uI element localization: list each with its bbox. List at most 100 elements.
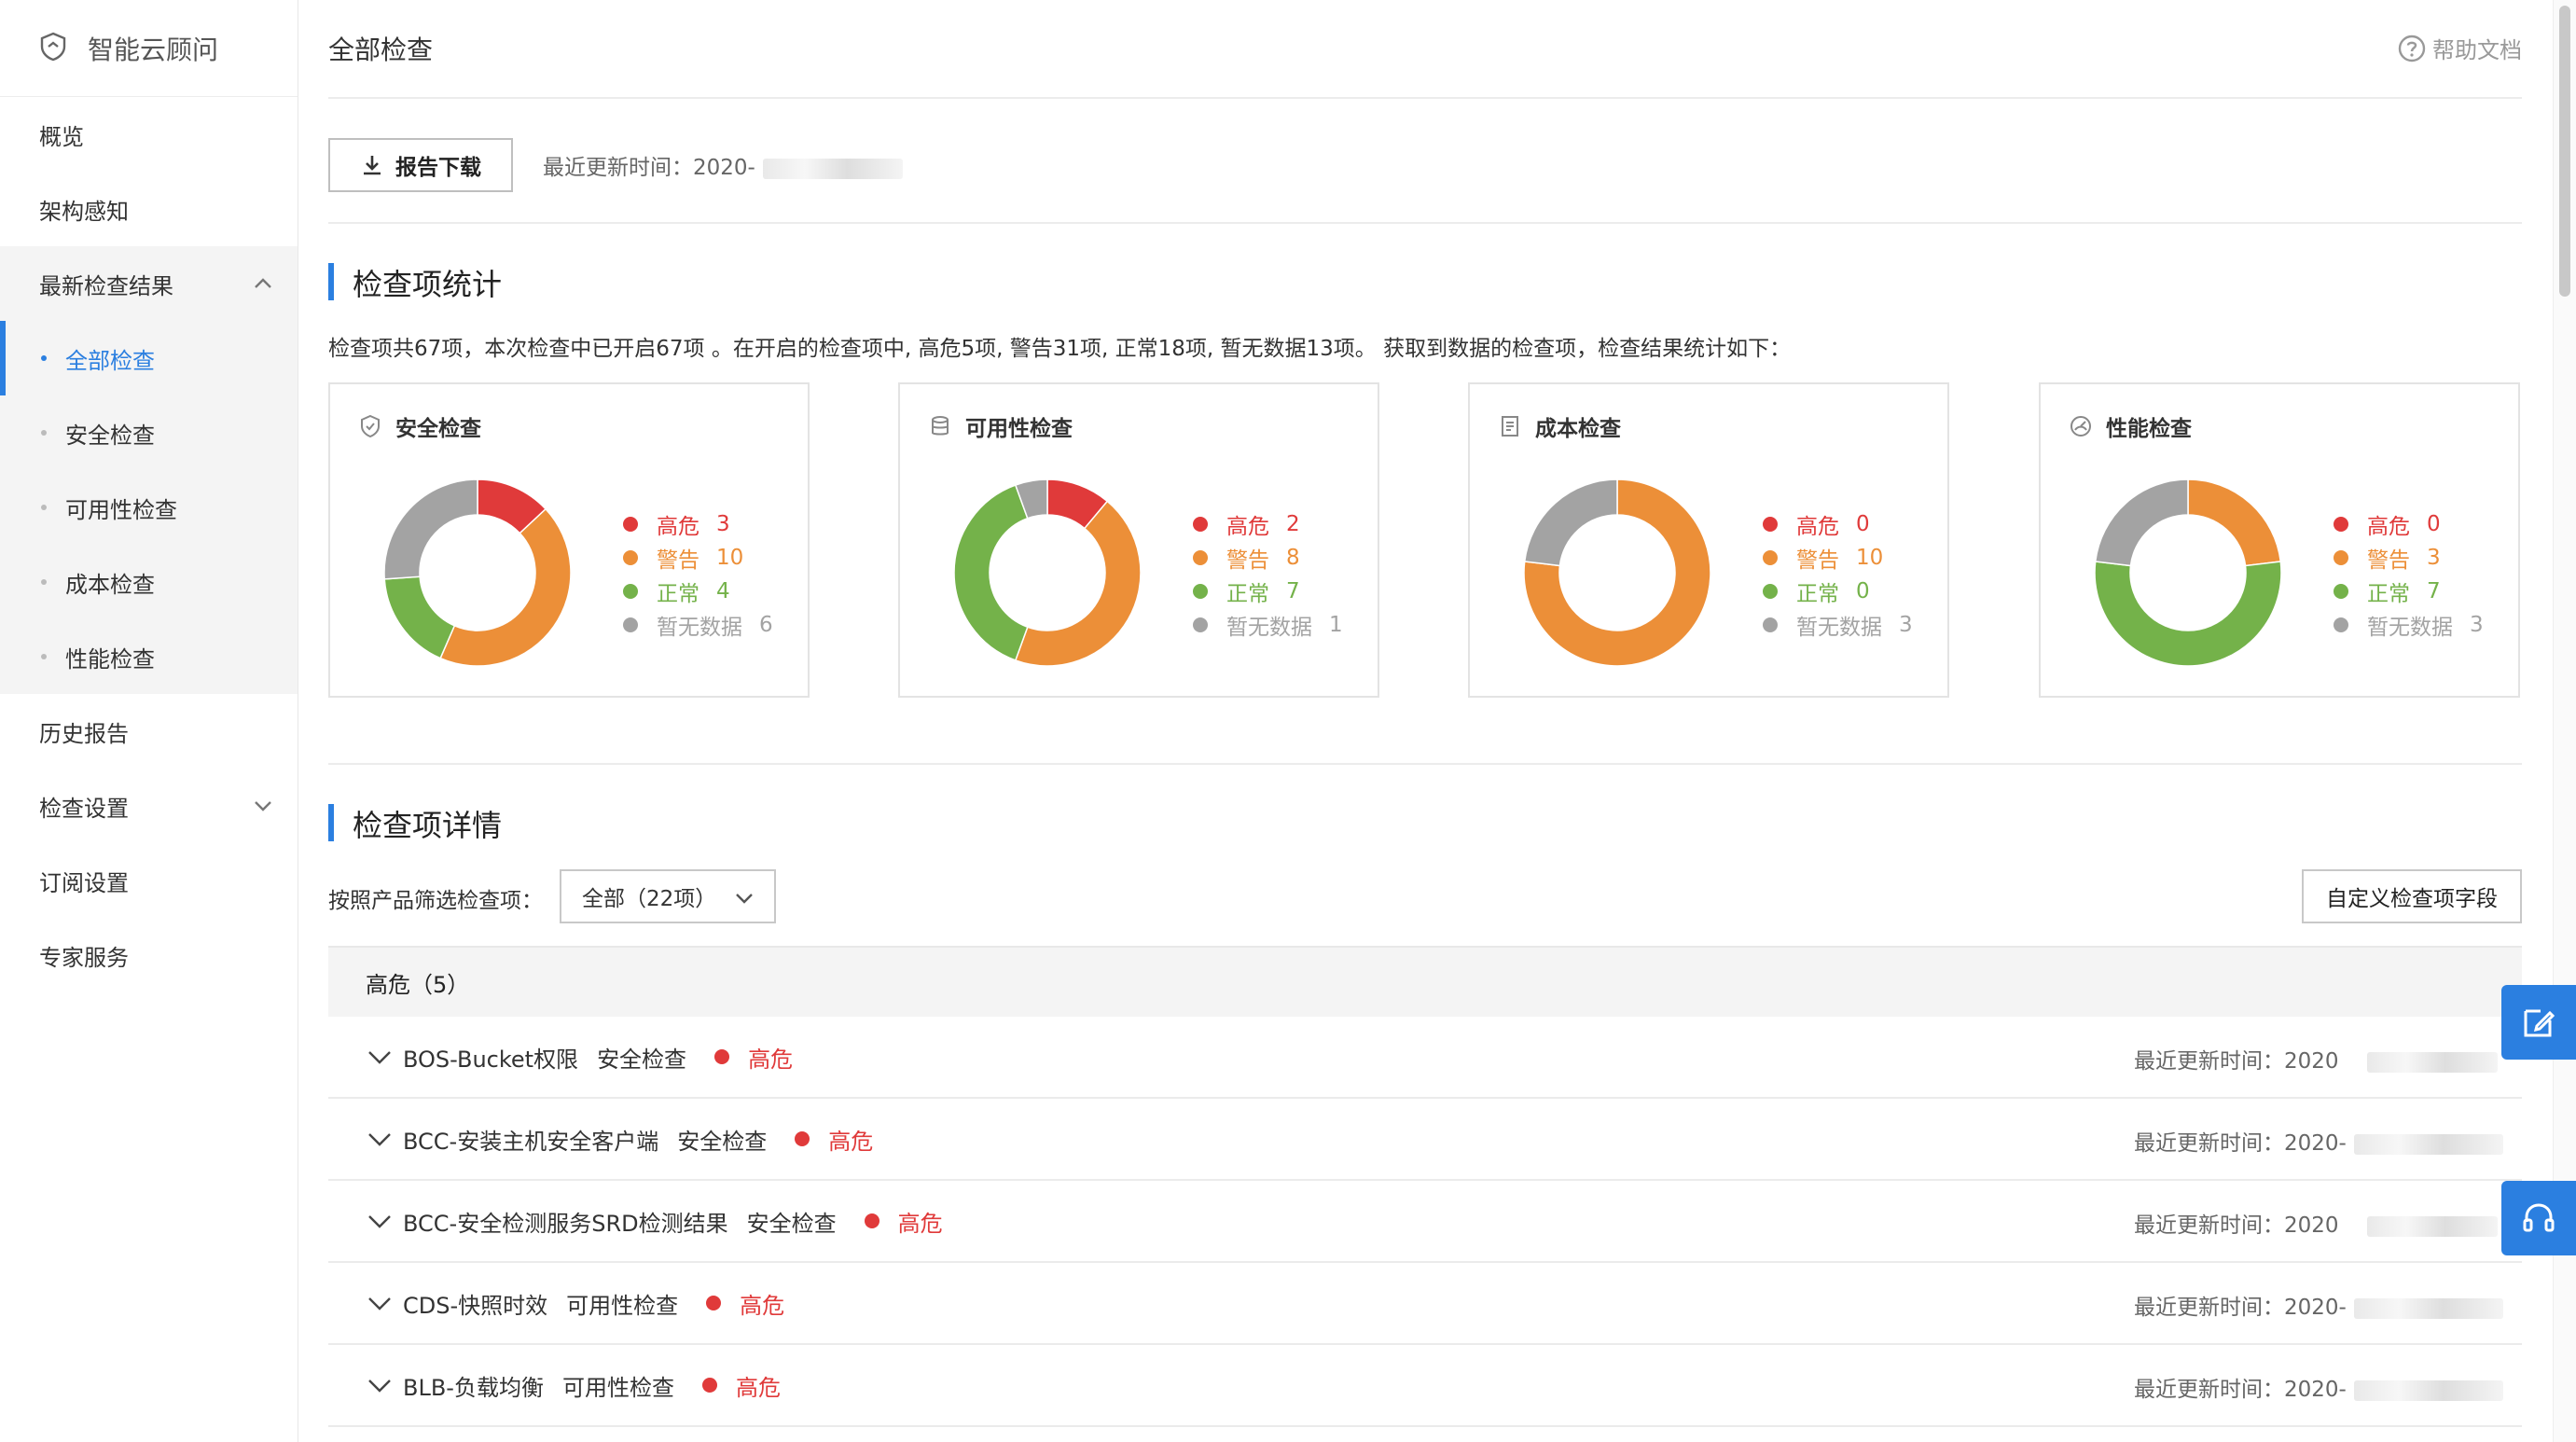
customer-service-button[interactable]: [2501, 1181, 2576, 1255]
legend-dot-warn: [2334, 550, 2348, 565]
download-label: 报告下载: [395, 156, 481, 180]
legend-warn: 警告 10: [623, 541, 773, 575]
legend-warn: 警告 10: [1763, 541, 1913, 575]
row-updated: 最近更新时间：2020-: [2134, 1289, 2503, 1321]
last-updated: 最近更新时间：2020-: [543, 149, 903, 181]
table-row[interactable]: CDS-快照时效 可用性检查 高危 最近更新时间：2020-: [328, 1263, 2522, 1345]
expand-chevron-icon[interactable]: [366, 1371, 394, 1399]
expand-chevron-icon[interactable]: [366, 1289, 394, 1317]
card-title: 可用性检查: [928, 410, 1073, 442]
sidebar-item-label: 架构感知: [39, 198, 129, 225]
legend-nodata: 暂无数据 1: [1193, 608, 1343, 642]
sidebar-subitem-security[interactable]: 安全检查: [0, 395, 298, 470]
legend-label: 高危: [657, 515, 699, 539]
legend-value: 7: [2427, 579, 2441, 603]
legend-dot-nodata: [1193, 617, 1208, 632]
legend-nodata: 暂无数据 3: [2334, 608, 2484, 642]
custom-fields-button[interactable]: 自定义检查项字段: [2302, 869, 2522, 923]
sidebar-item-label: 概览: [39, 123, 84, 150]
legend-label: 警告: [657, 548, 699, 573]
chevron-up-icon: [255, 278, 271, 288]
stats-summary: 检查项共67项，本次检查中已开启67项 。在开启的检查项中, 高危5项, 警告3…: [328, 337, 1792, 361]
card-title-label: 安全检查: [395, 417, 481, 441]
donut-chart: [1524, 479, 1710, 666]
table-row[interactable]: BLB-负载均衡 可用性检查 高危 最近更新时间：2020-: [328, 1345, 2522, 1427]
legend-dot-warn: [623, 550, 638, 565]
expand-chevron-icon[interactable]: [366, 1125, 394, 1153]
expand-chevron-icon[interactable]: [366, 1043, 394, 1071]
sidebar-item-check-settings[interactable]: 检查设置: [0, 769, 298, 843]
sidebar-subitem-label: 成本检查: [65, 571, 155, 598]
donut-chart: [2095, 479, 2281, 666]
card-title: 成本检查: [1498, 410, 1621, 442]
chevron-down-icon: [255, 801, 271, 811]
legend-high: 高危 2: [1193, 507, 1343, 541]
legend-warn: 警告 3: [2334, 541, 2484, 575]
document-icon: [1502, 416, 1518, 437]
feedback-button[interactable]: [2501, 985, 2576, 1060]
status-dot-high: [701, 1378, 717, 1393]
scrollbar-thumb[interactable]: [2559, 6, 2570, 297]
row-level: 高危: [740, 1292, 785, 1319]
download-icon: [364, 156, 381, 175]
redacted-timestamp: [2353, 1297, 2503, 1319]
sidebar-subitem-performance[interactable]: 性能检查: [0, 619, 298, 694]
row-updated: 最近更新时间：2020: [2134, 1207, 2498, 1239]
status-dot-high: [864, 1213, 879, 1228]
table-row[interactable]: BCC-安全检测服务SRD检测结果 安全检查 高危 最近更新时间：2020: [328, 1181, 2522, 1263]
product-filter-select[interactable]: 全部（22项）: [560, 869, 776, 923]
toolbar: 报告下载 最近更新时间：2020-: [328, 138, 2522, 224]
legend-dot-high: [1763, 517, 1778, 532]
legend-normal: 正常 7: [2334, 575, 2484, 608]
donut-segment-normal: [2095, 561, 2281, 666]
legend-normal: 正常 0: [1763, 575, 1913, 608]
row-name: CDS-快照时效: [403, 1292, 548, 1319]
legend-dot-normal: [1193, 584, 1208, 599]
row-name: BCC-安装主机安全客户端: [403, 1128, 659, 1155]
card-title-label: 可用性检查: [965, 417, 1073, 441]
sidebar-subitem-availability[interactable]: 可用性检查: [0, 470, 298, 545]
sidebar-item-history[interactable]: 历史报告: [0, 694, 298, 769]
legend-label: 警告: [1226, 548, 1269, 573]
legend-value: 0: [1856, 512, 1870, 536]
donut-segment-nodata: [1524, 479, 1618, 567]
sidebar-item-architecture[interactable]: 架构感知: [0, 172, 298, 246]
sidebar-subitem-all-checks[interactable]: 全部检查: [0, 321, 298, 395]
row-updated: 最近更新时间：2020: [2134, 1043, 2498, 1075]
row-category: 安全检查: [597, 1046, 687, 1073]
legend-high: 高危 0: [1763, 507, 1913, 541]
expand-chevron-icon[interactable]: [366, 1207, 394, 1235]
sidebar-item-subscription[interactable]: 订阅设置: [0, 843, 298, 918]
sidebar-item-overview[interactable]: 概览: [0, 97, 298, 172]
legend-dot-normal: [1763, 584, 1778, 599]
legend-value: 6: [759, 613, 773, 637]
status-dot-high: [714, 1049, 730, 1064]
legend-label: 暂无数据: [1796, 616, 1882, 640]
donut-segment-normal: [384, 575, 456, 659]
last-updated-text: 最近更新时间：2020-: [543, 156, 755, 180]
legend-dot-nodata: [1763, 617, 1778, 632]
legend-dot-high: [2334, 517, 2348, 532]
sidebar-subitem-cost[interactable]: 成本检查: [0, 545, 298, 619]
donut-chart: [384, 479, 571, 666]
donut-segment-normal: [954, 484, 1029, 661]
legend-nodata: 暂无数据 3: [1763, 608, 1913, 642]
table-row[interactable]: BCC-安装主机安全客户端 安全检查 高危 最近更新时间：2020-: [328, 1099, 2522, 1181]
row-level: 高危: [828, 1128, 874, 1155]
sidebar-item-expert[interactable]: 专家服务: [0, 918, 298, 992]
report-download-button[interactable]: 报告下载: [328, 138, 513, 192]
group-header-high: 高危（5）: [328, 946, 2522, 1017]
legend-label: 警告: [1796, 548, 1839, 573]
legend-value: 10: [716, 546, 744, 570]
row-level: 高危: [897, 1210, 943, 1237]
row-category: 安全检查: [677, 1128, 768, 1155]
help-link[interactable]: 帮助文档: [2397, 32, 2522, 64]
table-row[interactable]: BOS-Bucket权限 安全检查 高危 最近更新时间：2020: [328, 1017, 2522, 1099]
brand[interactable]: 智能云顾问: [0, 0, 298, 97]
legend-high: 高危 0: [2334, 507, 2484, 541]
row-name: BLB-负载均衡: [403, 1374, 544, 1401]
sidebar-item-label: 最新检查结果: [39, 272, 173, 299]
sidebar-item-latest-results[interactable]: 最新检查结果: [0, 246, 298, 321]
legend-label: 正常: [1796, 582, 1839, 606]
row-updated: 最近更新时间：2020-: [2134, 1371, 2503, 1403]
